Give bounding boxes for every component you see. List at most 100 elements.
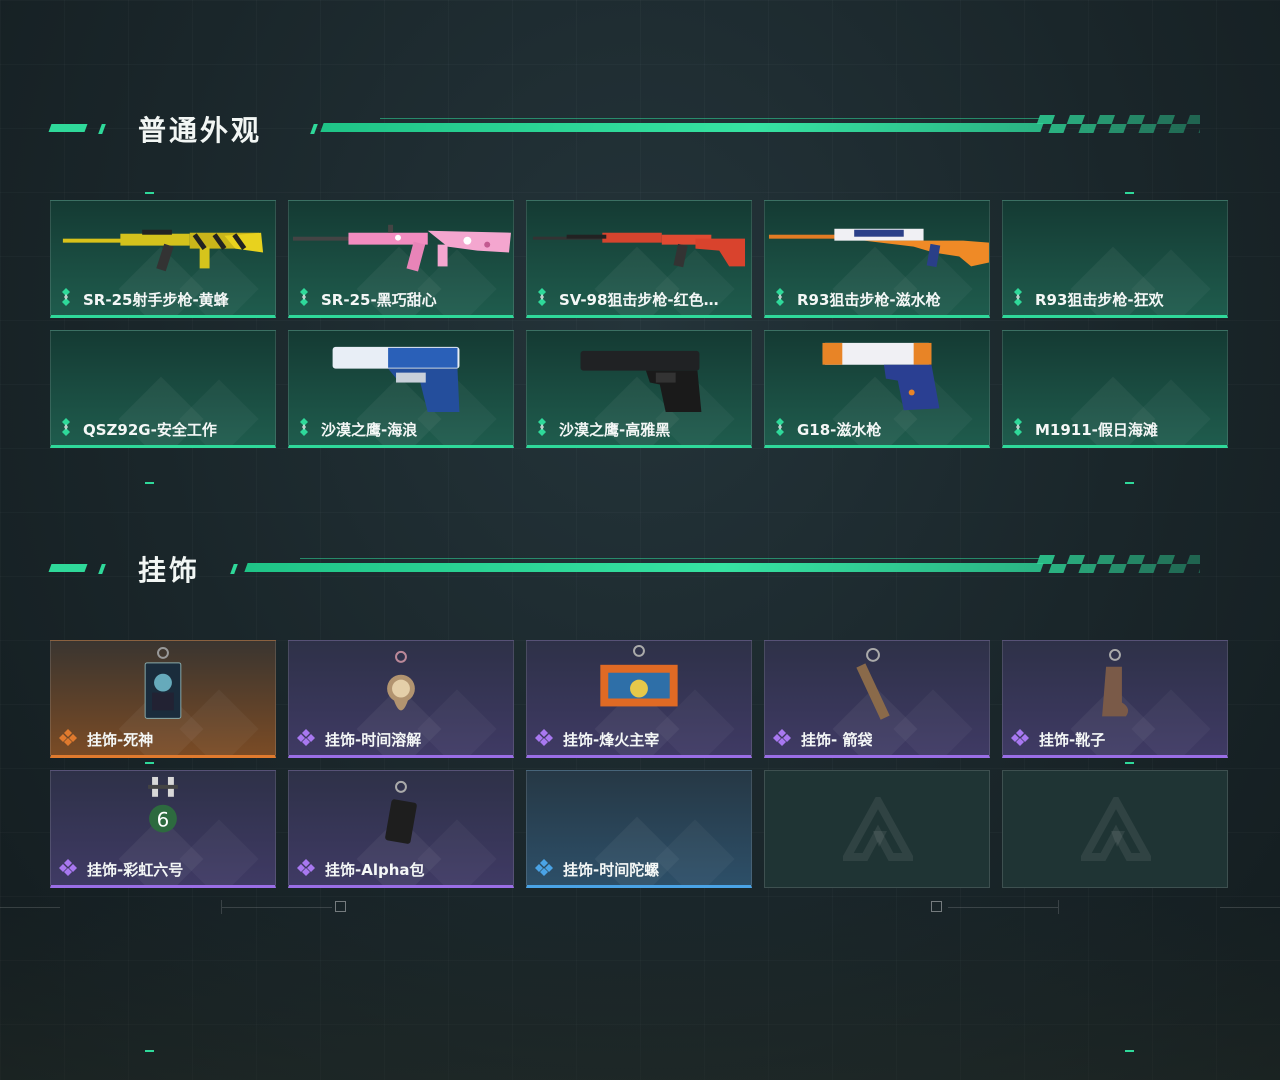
- header-checker-pattern: [1036, 555, 1200, 573]
- section-header-charms: 挂饰: [48, 554, 1200, 587]
- quality-icon: [1011, 418, 1035, 440]
- item-name: SR-25-黑巧甜心: [321, 290, 437, 309]
- item-name: 挂饰-死神: [87, 730, 154, 749]
- item-card[interactable]: R93狙击步枪-滋水枪: [764, 200, 990, 318]
- item-label: 挂饰-烽火主宰: [535, 728, 659, 750]
- item-name: SR-25射手步枪-黄蜂: [83, 290, 229, 309]
- header-accent-dash: [48, 564, 88, 572]
- quality-icon: [297, 858, 325, 880]
- frame-line: [222, 907, 332, 908]
- quality-icon: [59, 858, 87, 880]
- item-label: 沙漠之鹰-海浪: [297, 418, 417, 440]
- quality-icon: [297, 418, 321, 440]
- item-name: 挂饰-靴子: [1039, 730, 1106, 749]
- quality-icon: [773, 728, 801, 750]
- svg-text:6: 6: [157, 809, 170, 832]
- item-card[interactable]: R93狙击步枪-狂欢: [1002, 200, 1228, 318]
- item-image: [289, 773, 513, 853]
- quality-icon: [535, 288, 559, 310]
- item-image: [765, 333, 989, 413]
- quality-icon: [535, 858, 563, 880]
- item-name: 挂饰-烽火主宰: [563, 730, 660, 749]
- header-thin-line: [380, 118, 1040, 119]
- item-label: 挂饰-Alpha包: [297, 858, 425, 880]
- item-name: 挂饰-时间溶解: [325, 730, 422, 749]
- item-card[interactable]: 沙漠之鹰-高雅黑: [526, 330, 752, 448]
- quality-icon: [297, 728, 325, 750]
- item-image: [527, 643, 751, 723]
- item-label: R93狙击步枪-狂欢: [1011, 288, 1164, 310]
- item-image: [765, 643, 989, 723]
- empty-slot[interactable]: [1002, 770, 1228, 888]
- quality-icon: [59, 728, 87, 750]
- item-name: SV-98狙击步枪-红色…: [559, 290, 719, 309]
- item-name: 挂饰- 箭袋: [801, 730, 873, 749]
- frame-tick: [1125, 482, 1134, 484]
- item-card[interactable]: G18-滋水枪: [764, 330, 990, 448]
- item-label: SR-25-黑巧甜心: [297, 288, 437, 310]
- item-name: 沙漠之鹰-海浪: [321, 420, 418, 439]
- item-label: 挂饰-死神: [59, 728, 153, 750]
- item-name: 挂饰-时间陀螺: [563, 860, 660, 879]
- item-name: G18-滋水枪: [797, 420, 882, 439]
- frame-square: [335, 901, 346, 912]
- header-accent-tick: [310, 124, 318, 134]
- quality-icon: [59, 418, 83, 440]
- item-card[interactable]: SR-25-黑巧甜心: [288, 200, 514, 318]
- header-accent-tick: [98, 124, 106, 134]
- section-header-skins: 普通外观: [48, 114, 1200, 147]
- quality-icon: [1011, 728, 1039, 750]
- item-card[interactable]: SR-25射手步枪-黄蜂: [50, 200, 276, 318]
- frame-tick: [145, 762, 154, 764]
- header-accent-tick: [230, 564, 238, 574]
- item-card[interactable]: M1911-假日海滩: [1002, 330, 1228, 448]
- placeholder-logo-icon: [843, 797, 913, 861]
- frame-line: [948, 907, 1058, 908]
- item-label: 沙漠之鹰-高雅黑: [535, 418, 670, 440]
- section-title-charms: 挂饰: [138, 554, 201, 587]
- empty-slot[interactable]: [764, 770, 990, 888]
- item-card[interactable]: SV-98狙击步枪-红色…: [526, 200, 752, 318]
- item-label: 挂饰-时间陀螺: [535, 858, 659, 880]
- item-card[interactable]: 挂饰- 箭袋: [764, 640, 990, 758]
- item-card[interactable]: 挂饰-烽火主宰: [526, 640, 752, 758]
- item-label: SV-98狙击步枪-红色…: [535, 288, 719, 310]
- item-card[interactable]: 挂饰-Alpha包: [288, 770, 514, 888]
- placeholder-logo-icon: [1081, 797, 1151, 861]
- item-label: G18-滋水枪: [773, 418, 881, 440]
- item-card[interactable]: 沙漠之鹰-海浪: [288, 330, 514, 448]
- item-card[interactable]: QSZ92G-安全工作: [50, 330, 276, 448]
- frame-tick: [1125, 1050, 1134, 1052]
- frame-tick: [1125, 192, 1134, 194]
- background-shade: [0, 900, 1280, 1080]
- frame-line: [221, 900, 222, 914]
- item-label: 挂饰-时间溶解: [297, 728, 421, 750]
- quality-icon: [297, 288, 321, 310]
- header-checker-pattern: [1036, 115, 1200, 133]
- item-label: 挂饰- 箭袋: [773, 728, 872, 750]
- item-image: [289, 643, 513, 723]
- quality-icon: [535, 728, 563, 750]
- item-name: R93狙击步枪-滋水枪: [797, 290, 941, 309]
- frame-tick: [145, 482, 154, 484]
- item-image: [289, 333, 513, 413]
- item-card[interactable]: 6 挂饰-彩虹六号: [50, 770, 276, 888]
- header-accent-tick: [98, 564, 106, 574]
- card-decoration: [655, 819, 735, 885]
- quality-icon: [59, 288, 83, 310]
- item-card[interactable]: 挂饰-时间陀螺: [526, 770, 752, 888]
- item-name: M1911-假日海滩: [1035, 420, 1158, 439]
- header-thin-line: [300, 558, 1040, 559]
- item-card[interactable]: 挂饰-时间溶解: [288, 640, 514, 758]
- item-image: [527, 333, 751, 413]
- quality-icon: [535, 418, 559, 440]
- item-image: [51, 203, 275, 283]
- item-card[interactable]: 挂饰-死神: [50, 640, 276, 758]
- item-card[interactable]: 挂饰-靴子: [1002, 640, 1228, 758]
- frame-tick: [145, 192, 154, 194]
- frame-square: [931, 901, 942, 912]
- item-label: 挂饰-靴子: [1011, 728, 1105, 750]
- frame-tick: [145, 1050, 154, 1052]
- item-name: 沙漠之鹰-高雅黑: [559, 420, 671, 439]
- section-title-skins: 普通外观: [138, 114, 263, 147]
